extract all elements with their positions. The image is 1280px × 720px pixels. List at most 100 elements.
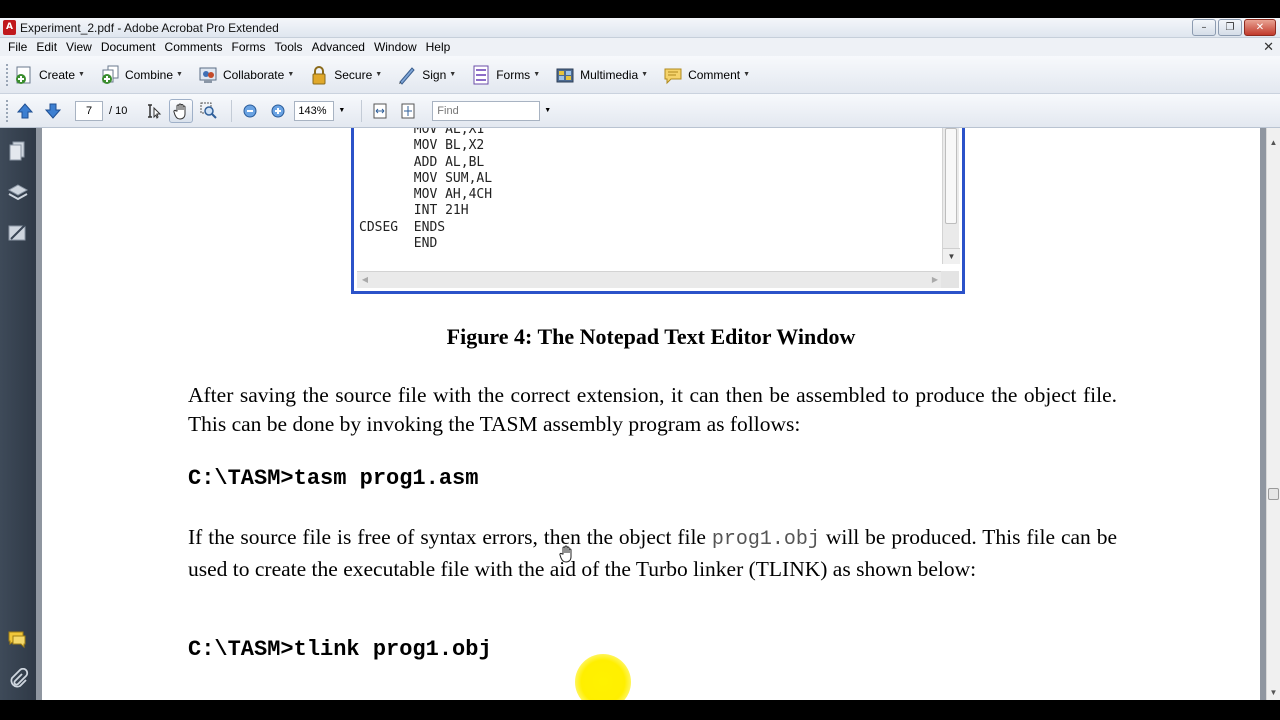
zoom-tool-button[interactable] bbox=[197, 99, 221, 123]
create-icon bbox=[13, 64, 35, 86]
pen-icon bbox=[396, 64, 418, 86]
pages-icon[interactable] bbox=[7, 140, 29, 162]
scroll-down-icon[interactable]: ▼ bbox=[1267, 686, 1280, 700]
command-tlink: C:\TASM>tlink prog1.obj bbox=[188, 637, 492, 662]
zoom-level-input[interactable]: 143% bbox=[294, 100, 335, 121]
scroll-up-icon[interactable]: ▲ bbox=[1267, 136, 1280, 150]
create-label: Create bbox=[39, 67, 76, 82]
toolbar-separator bbox=[361, 99, 363, 122]
menu-document[interactable]: Document bbox=[97, 40, 160, 54]
menu-help[interactable]: Help bbox=[422, 40, 455, 54]
bottom-edge bbox=[0, 700, 1280, 720]
multimedia-button[interactable]: Multimedia ▼ bbox=[554, 61, 648, 89]
multimedia-icon bbox=[554, 64, 576, 86]
sign-button[interactable]: Sign ▼ bbox=[396, 61, 456, 89]
toolbar-grip[interactable] bbox=[6, 99, 9, 122]
fit-width-button[interactable] bbox=[368, 99, 392, 123]
toolbar-separator bbox=[231, 99, 233, 122]
chevron-down-icon: ▼ bbox=[78, 71, 85, 78]
page-number-input[interactable]: 7 bbox=[75, 100, 103, 121]
page-total: / 10 bbox=[109, 104, 128, 117]
zoom-in-button[interactable] bbox=[266, 99, 290, 123]
menu-edit[interactable]: Edit bbox=[32, 40, 61, 54]
secure-button[interactable]: Secure ▼ bbox=[308, 61, 382, 89]
cursor-highlight bbox=[575, 654, 631, 700]
chevron-down-icon: ▼ bbox=[533, 71, 541, 78]
notepad-scroll-left-icon: ◀ bbox=[361, 275, 369, 284]
previous-page-button[interactable] bbox=[13, 99, 37, 123]
collaborate-label: Collaborate bbox=[222, 67, 285, 82]
combine-button[interactable]: Combine ▼ bbox=[99, 61, 183, 89]
collaborate-button[interactable]: Collaborate ▼ bbox=[197, 61, 294, 89]
forms-icon bbox=[470, 64, 492, 86]
menu-forms[interactable]: Forms bbox=[228, 40, 270, 54]
navigation-panel bbox=[0, 128, 36, 700]
fit-page-icon bbox=[401, 103, 415, 118]
notepad-horizontal-scrollbar: ◀ ▶ bbox=[357, 271, 943, 288]
layers-icon[interactable] bbox=[7, 182, 29, 204]
tasks-toolbar: Create ▼ Combine ▼ Collaborate ▼ Secure … bbox=[0, 56, 1280, 94]
menu-comments[interactable]: Comments bbox=[161, 40, 227, 54]
notepad-vertical-scrollbar: ▼ bbox=[942, 128, 960, 264]
sign-label: Sign bbox=[422, 67, 447, 82]
chevron-down-icon: ▼ bbox=[287, 71, 295, 78]
maximize-button[interactable]: ❐ bbox=[1218, 19, 1242, 36]
notepad-resize-grip bbox=[941, 271, 959, 288]
multimedia-label: Multimedia bbox=[580, 67, 639, 82]
toolbar-grip[interactable] bbox=[6, 63, 9, 86]
chevron-down-icon[interactable]: ▼ bbox=[544, 107, 551, 114]
title-bar: A Experiment_2.pdf - Adobe Acrobat Pro E… bbox=[0, 18, 1280, 38]
find-input[interactable]: Find bbox=[432, 100, 541, 121]
signatures-icon[interactable] bbox=[7, 222, 29, 244]
paragraph-2-text-a: If the source file is free of syntax err… bbox=[188, 525, 712, 549]
menu-file[interactable]: File bbox=[4, 40, 31, 54]
scroll-thumb[interactable] bbox=[1268, 488, 1279, 500]
menu-view[interactable]: View bbox=[62, 40, 96, 54]
document-area[interactable]: MOV AL,X1 MOV BL,X2 ADD AL,BL MOV SUM,AL… bbox=[36, 128, 1266, 700]
notepad-window-figure: MOV AL,X1 MOV BL,X2 ADD AL,BL MOV SUM,AL… bbox=[351, 128, 965, 294]
command-tasm: C:\TASM>tasm prog1.asm bbox=[188, 466, 479, 491]
chevron-down-icon: ▼ bbox=[375, 71, 383, 78]
forms-button[interactable]: Forms ▼ bbox=[470, 61, 540, 89]
secure-label: Secure bbox=[334, 67, 373, 82]
document-close-icon[interactable]: ✕ bbox=[1263, 39, 1274, 55]
marquee-zoom-icon bbox=[200, 102, 218, 119]
notepad-scroll-down-icon: ▼ bbox=[943, 248, 960, 264]
comment-icon bbox=[662, 64, 684, 86]
menu-tools[interactable]: Tools bbox=[271, 40, 307, 54]
paragraph-2: If the source file is free of syntax err… bbox=[188, 523, 1117, 583]
lock-icon bbox=[308, 64, 330, 86]
zoom-in-icon bbox=[271, 104, 285, 117]
navigation-toolbar: 7 / 10 143% ▼ Find ▼ bbox=[0, 94, 1280, 128]
acrobat-app-icon: A bbox=[3, 20, 16, 35]
hand-cursor-icon bbox=[559, 545, 572, 563]
combine-label: Combine bbox=[124, 67, 173, 82]
pdf-page: MOV AL,X1 MOV BL,X2 ADD AL,BL MOV SUM,AL… bbox=[42, 128, 1260, 700]
close-button[interactable]: ✕ bbox=[1244, 19, 1276, 36]
hand-icon bbox=[173, 103, 186, 120]
zoom-out-button[interactable] bbox=[238, 99, 262, 123]
create-button[interactable]: Create ▼ bbox=[13, 61, 85, 89]
document-vertical-scrollbar[interactable]: ▲ ▼ bbox=[1266, 128, 1280, 700]
chevron-down-icon[interactable]: ▼ bbox=[338, 107, 345, 114]
comment-button[interactable]: Comment ▼ bbox=[662, 61, 750, 89]
arrow-down-icon bbox=[44, 103, 62, 119]
window-title: Experiment_2.pdf - Adobe Acrobat Pro Ext… bbox=[20, 21, 279, 35]
select-tool-button[interactable] bbox=[141, 99, 165, 123]
menu-advanced[interactable]: Advanced bbox=[308, 40, 369, 54]
minimize-button[interactable]: – bbox=[1192, 19, 1216, 36]
notepad-code: MOV AL,X1 MOV BL,X2 ADD AL,BL MOV SUM,AL… bbox=[359, 128, 493, 252]
forms-label: Forms bbox=[496, 67, 531, 82]
text-select-icon bbox=[148, 103, 162, 119]
attachments-icon[interactable] bbox=[7, 668, 29, 690]
chevron-down-icon: ▼ bbox=[176, 71, 183, 78]
next-page-button[interactable] bbox=[41, 99, 65, 123]
inline-code-prog1-obj: prog1.obj bbox=[711, 528, 820, 551]
figure-caption: Figure 4: The Notepad Text Editor Window bbox=[446, 324, 856, 349]
comments-panel-icon[interactable] bbox=[7, 628, 29, 650]
menu-window[interactable]: Window bbox=[370, 40, 421, 54]
menu-bar: File Edit View Document Comments Forms T… bbox=[0, 38, 1280, 56]
hand-tool-button[interactable] bbox=[169, 98, 194, 123]
chevron-down-icon: ▼ bbox=[743, 71, 751, 78]
fit-page-button[interactable] bbox=[396, 99, 420, 123]
